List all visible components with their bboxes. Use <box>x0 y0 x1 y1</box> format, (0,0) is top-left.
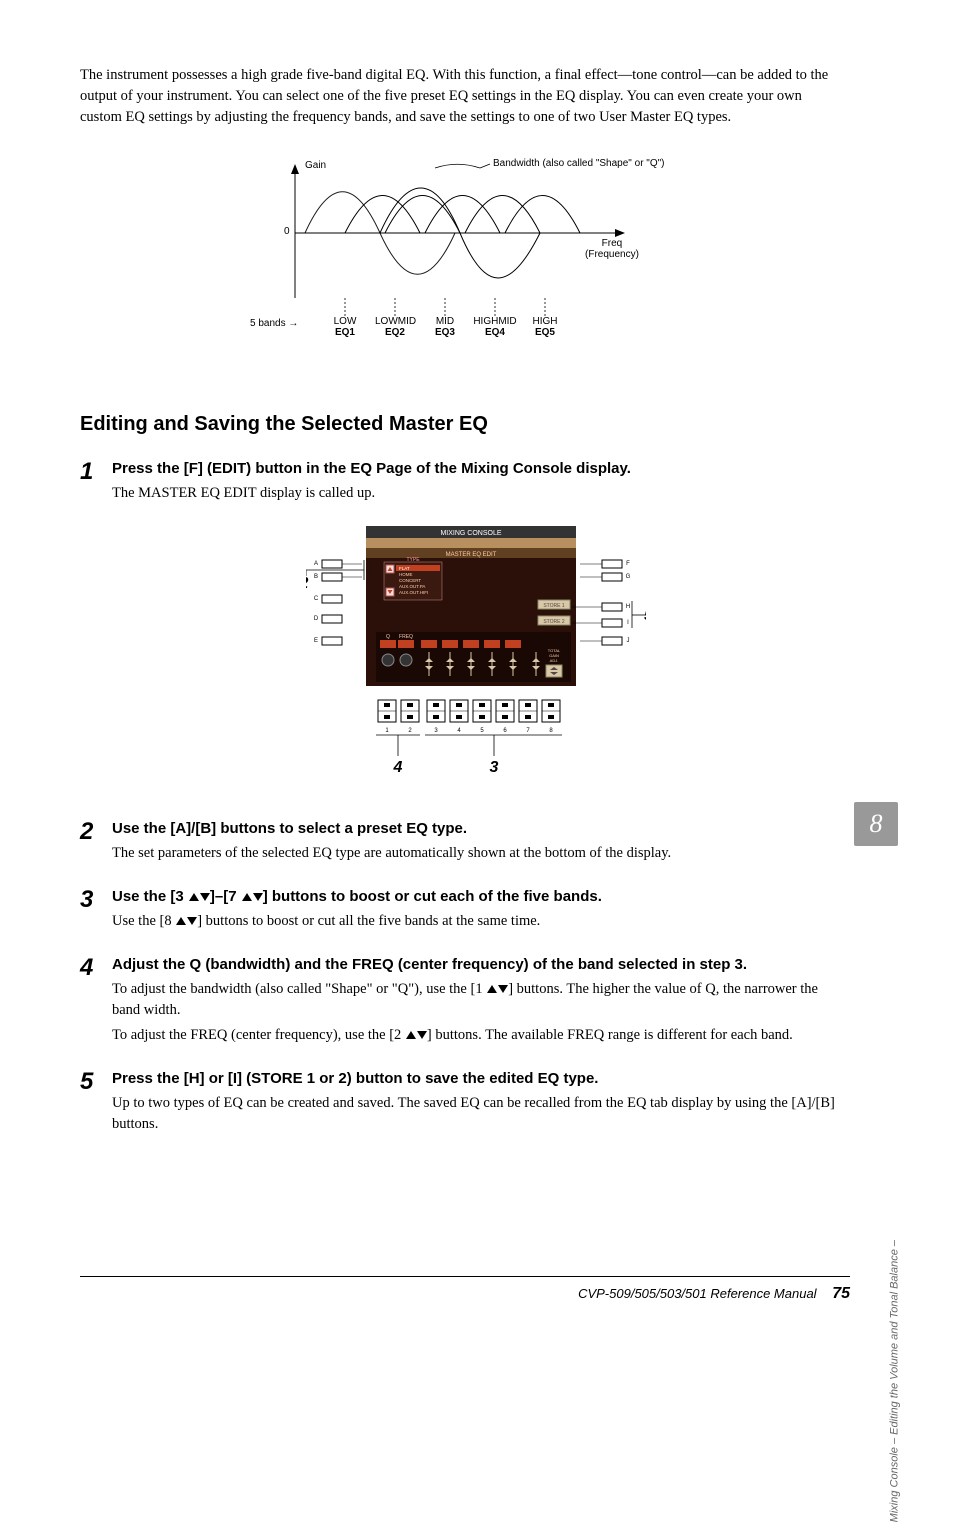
diagram-fivebands-label: 5 bands → <box>250 318 298 329</box>
svg-text:2: 2 <box>306 575 309 592</box>
down-triangle-icon <box>417 1031 427 1039</box>
svg-text:Q: Q <box>386 634 390 640</box>
chapter-badge: 8 <box>854 802 898 846</box>
down-triangle-icon <box>187 917 197 925</box>
svg-text:HOME: HOME <box>399 572 413 577</box>
svg-text:8: 8 <box>549 728 553 734</box>
svg-text:I: I <box>627 620 629 626</box>
intro-paragraph: The instrument possesses a high grade fi… <box>80 65 840 128</box>
section-heading: Editing and Saving the Selected Master E… <box>80 413 840 436</box>
diagram-band-lowmid: LOWMIDEQ2 <box>375 316 415 338</box>
svg-text:STORE 1: STORE 1 <box>543 603 565 609</box>
step-2-desc: The set parameters of the selected EQ ty… <box>112 843 840 864</box>
step-1-desc: The MASTER EQ EDIT display is called up. <box>112 483 840 504</box>
svg-text:5: 5 <box>644 607 646 624</box>
svg-text:FLAT: FLAT <box>399 566 410 571</box>
diagram-bandwidth-label: Bandwidth (also called "Shape" or "Q") <box>493 158 665 169</box>
svg-text:AUX.OUT.PA: AUX.OUT.PA <box>399 584 425 589</box>
step-4-number: 4 <box>80 956 112 1050</box>
step-5: 5 Press the [H] or [I] (STORE 1 or 2) bu… <box>80 1070 840 1139</box>
svg-text:3: 3 <box>434 728 438 734</box>
step-2-title: Use the [A]/[B] buttons to select a pres… <box>112 820 840 837</box>
step-1: 1 Press the [F] (EDIT) button in the EQ … <box>80 460 840 800</box>
svg-text:CONCERT: CONCERT <box>399 578 421 583</box>
diagram-band-highmid: HIGHMIDEQ4 <box>473 316 517 338</box>
up-triangle-icon <box>406 1031 416 1039</box>
diagram-band-high: HIGHEQ5 <box>530 316 560 338</box>
diagram-freq-label: Freq (Frequency) <box>585 238 639 260</box>
up-triangle-icon <box>487 985 497 993</box>
svg-text:3: 3 <box>490 759 499 776</box>
step-1-number: 1 <box>80 460 112 800</box>
up-triangle-icon <box>242 893 252 901</box>
mixing-console-screenshot: MIXING CONSOLE MASTER EQ EDIT TYPE FLAT … <box>306 520 646 780</box>
step-5-number: 5 <box>80 1070 112 1139</box>
svg-text:J: J <box>627 638 630 644</box>
step-2: 2 Use the [A]/[B] buttons to select a pr… <box>80 820 840 868</box>
svg-text:4: 4 <box>457 728 461 734</box>
page-footer: CVP-509/505/503/501 Reference Manual 75 <box>80 1276 850 1303</box>
svg-text:TYPE: TYPE <box>406 557 420 563</box>
step-5-desc: Up to two types of EQ can be created and… <box>112 1093 840 1135</box>
svg-text:D: D <box>314 616 319 622</box>
svg-text:FREQ: FREQ <box>399 634 413 640</box>
step-4-title: Adjust the Q (bandwidth) and the FREQ (c… <box>112 956 840 973</box>
step-4: 4 Adjust the Q (bandwidth) and the FREQ … <box>80 956 840 1050</box>
svg-text:C: C <box>314 596 319 602</box>
svg-text:2: 2 <box>408 728 412 734</box>
svg-text:5: 5 <box>480 728 484 734</box>
svg-text:H: H <box>626 604 630 610</box>
svg-text:7: 7 <box>526 728 530 734</box>
svg-text:MIXING CONSOLE: MIXING CONSOLE <box>440 530 501 537</box>
up-triangle-icon <box>176 917 186 925</box>
step-3-number: 3 <box>80 888 112 936</box>
diagram-band-mid: MIDEQ3 <box>432 316 458 338</box>
diagram-band-low: LOWEQ1 <box>332 316 358 338</box>
step-3: 3 Use the [3 ]–[7 ] buttons to boost or … <box>80 888 840 936</box>
svg-text:A: A <box>314 561 318 567</box>
eq-diagram: Gain 0 Bandwidth (also called "Shape" or… <box>235 158 685 353</box>
svg-text:4: 4 <box>393 759 403 776</box>
step-4-desc2: To adjust the FREQ (center frequency), u… <box>112 1025 840 1046</box>
diagram-gain-label: Gain <box>305 160 326 171</box>
step-4-desc1: To adjust the bandwidth (also called "Sh… <box>112 979 840 1021</box>
down-triangle-icon <box>200 893 210 901</box>
step-3-title: Use the [3 ]–[7 ] buttons to boost or cu… <box>112 888 840 905</box>
step-2-number: 2 <box>80 820 112 868</box>
up-triangle-icon <box>189 893 199 901</box>
svg-text:1: 1 <box>385 728 389 734</box>
svg-text:STORE 2: STORE 2 <box>543 619 565 625</box>
svg-text:ADJ.: ADJ. <box>550 658 559 663</box>
step-5-title: Press the [H] or [I] (STORE 1 or 2) butt… <box>112 1070 840 1087</box>
diagram-zero-label: 0 <box>284 226 290 237</box>
svg-text:AUX.OUT.HIFI: AUX.OUT.HIFI <box>399 590 428 595</box>
footer-doc-title: CVP-509/505/503/501 Reference Manual <box>578 1286 817 1301</box>
svg-text:MASTER EQ EDIT: MASTER EQ EDIT <box>446 552 497 558</box>
down-triangle-icon <box>253 893 263 901</box>
svg-text:B: B <box>314 574 318 580</box>
svg-text:E: E <box>314 638 318 644</box>
svg-text:6: 6 <box>503 728 507 734</box>
footer-page-number: 75 <box>832 1285 850 1302</box>
step-3-desc: Use the [8 ] buttons to boost or cut all… <box>112 911 840 932</box>
down-triangle-icon <box>498 985 508 993</box>
sidebar-chapter-label: Mixing Console – Editing the Volume and … <box>888 1240 900 1522</box>
svg-text:F: F <box>626 561 630 567</box>
svg-text:G: G <box>626 574 631 580</box>
step-1-title: Press the [F] (EDIT) button in the EQ Pa… <box>112 460 840 477</box>
